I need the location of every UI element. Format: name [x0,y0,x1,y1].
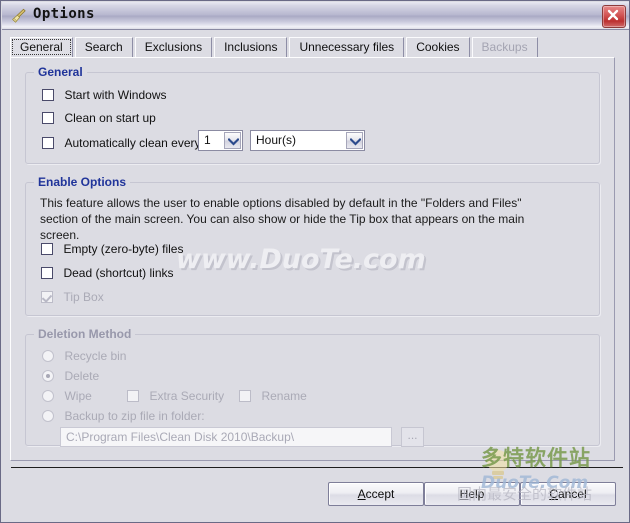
checkbox-label: Rename [261,389,307,403]
enable-options-description: This feature allows the user to enable o… [40,196,525,242]
backup-path-input: C:\Program Files\Clean Disk 2010\Backup\ [60,427,392,447]
tab-inclusions-label: Inclusions [224,40,278,54]
browse-button: ... [401,427,424,447]
footer-divider [11,467,623,468]
radio-button [42,410,54,422]
enable-options-group-title: Enable Options [34,175,131,189]
accept-label-rest: ccept [365,487,395,501]
help-label-rest: elp [468,487,485,501]
checkbox-rename: Rename [239,387,307,405]
tab-search[interactable]: Search [74,37,133,57]
interval-unit-text: Hour(s) [256,133,297,147]
checkbox-box [41,243,53,255]
checkbox-automatically-clean-every[interactable]: Automatically clean every [42,134,201,152]
interval-value-text: 1 [204,133,211,147]
checkbox-label: Automatically clean every [64,136,201,150]
checkbox-label: Dead (shortcut) links [63,266,174,280]
tab-unnecessary-files[interactable]: Unnecessary files [289,37,405,57]
tab-backups-label: Backups [481,40,528,54]
checkbox-label: Tip Box [63,290,104,304]
tab-general[interactable]: General [10,37,73,57]
radio-label: Backup to zip file in folder: [64,409,205,423]
checkbox-box [42,137,54,149]
tab-unnecessary-files-label: Unnecessary files [299,40,395,54]
broom-icon [10,7,28,25]
checkbox-box [127,390,139,402]
tab-backups: Backups [471,37,538,57]
checkbox-box [42,112,54,124]
checkbox-box [41,291,53,303]
options-dialog: Options General Search Exclusions Inclus… [0,0,630,523]
checkbox-label: Start with Windows [64,88,167,102]
tab-exclusions-label: Exclusions [144,40,203,54]
radio-recycle-bin: Recycle bin [42,347,126,365]
accept-button[interactable]: Accept [328,482,424,506]
radio-wipe: Wipe [42,387,92,405]
help-button[interactable]: Help [424,482,520,506]
cancel-button[interactable]: Cancel [520,482,616,506]
checkbox-tip-box: Tip Box [41,288,104,306]
enable-options-group: Enable Options This feature allows the u… [25,175,600,316]
tab-cookies[interactable]: Cookies [406,37,470,57]
close-icon[interactable] [602,5,626,28]
checkbox-label: Extra Security [149,389,225,403]
interval-unit-select[interactable]: Hour(s) [250,130,365,151]
checkbox-label: Clean on start up [64,111,156,125]
tab-cookies-label: Cookies [416,40,460,54]
interval-value-select[interactable]: 1 [198,130,243,151]
chevron-down-icon[interactable] [224,132,241,149]
radio-delete: Delete [42,367,99,385]
checkbox-dead-links[interactable]: Dead (shortcut) links [41,264,174,282]
radio-button [42,350,54,362]
checkbox-extra-security: Extra Security [127,387,224,405]
checkbox-clean-on-start-up[interactable]: Clean on start up [42,109,156,127]
title-bar: Options [2,2,629,30]
tab-exclusions[interactable]: Exclusions [134,37,213,57]
general-group: General Start with Windows Clean on star… [25,65,600,164]
deletion-method-group: Deletion Method Recycle bin Delete Wipe … [25,327,600,447]
tab-inclusions[interactable]: Inclusions [214,37,288,57]
checkbox-label: Empty (zero-byte) files [63,242,184,256]
cancel-label-rest: ancel [557,487,587,501]
radio-button [42,390,54,402]
radio-button [42,370,54,382]
radio-label: Wipe [64,389,92,403]
tab-strip: General Search Exclusions Inclusions Unn… [10,37,616,58]
checkbox-start-with-windows[interactable]: Start with Windows [42,86,166,104]
tab-search-label: Search [84,40,123,54]
checkbox-box [41,267,53,279]
radio-backup-to-zip: Backup to zip file in folder: [42,407,205,425]
checkbox-box [239,390,251,402]
radio-label: Recycle bin [64,349,127,363]
tab-general-label: General [20,40,63,54]
accept-mnemonic: A [357,487,366,501]
chevron-down-icon[interactable] [346,132,363,149]
window-title: Options [33,6,95,22]
radio-label: Delete [64,369,100,383]
checkbox-empty-files[interactable]: Empty (zero-byte) files [41,240,183,258]
general-group-title: General [34,65,87,79]
tab-panel-general: General Start with Windows Clean on star… [10,57,615,461]
backup-path-value: C:\Program Files\Clean Disk 2010\Backup\ [66,430,295,444]
checkbox-box [42,89,54,101]
deletion-method-group-title: Deletion Method [34,327,136,341]
cancel-mnemonic: C [549,487,558,501]
